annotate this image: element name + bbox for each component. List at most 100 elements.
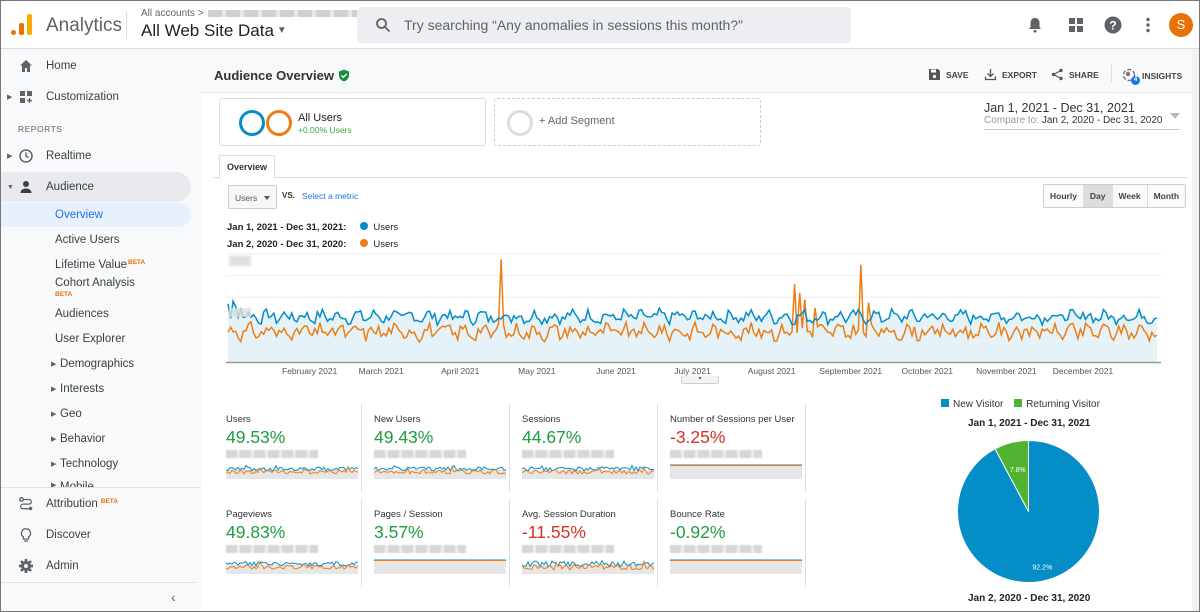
segment-all-users[interactable]: All Users +0.00% Users bbox=[219, 98, 486, 146]
more-vert-icon[interactable] bbox=[1138, 15, 1158, 35]
expand-arrow-icon: ▶ bbox=[51, 411, 57, 418]
app-name: Analytics bbox=[46, 15, 123, 36]
home-icon bbox=[20, 60, 32, 72]
users-line-chart[interactable]: February 2021 March 2021 April 2021 May 202… bbox=[226, 252, 1161, 382]
granularity-day[interactable]: Day bbox=[1082, 185, 1112, 207]
header-divider bbox=[126, 11, 127, 39]
sidebar-item-mobile[interactable]: ▶ Mobile bbox=[1, 474, 191, 488]
save-icon bbox=[929, 69, 940, 80]
scorecard-sparkline bbox=[522, 559, 654, 574]
scorecard[interactable]: Sessions 44.67% bbox=[510, 404, 658, 492]
sidebar-item-label: Active Users bbox=[55, 234, 120, 246]
pie-slice-label: 7.8% bbox=[1010, 467, 1026, 474]
account-breadcrumb[interactable]: All accounts > bbox=[141, 8, 358, 19]
clock-icon bbox=[19, 149, 33, 163]
insights-button[interactable]: 4 INSIGHTS bbox=[1122, 68, 1183, 85]
scorecard-sparkline bbox=[374, 559, 506, 574]
visitor-type-pie-chart[interactable]: 92.2% 7.8% bbox=[956, 439, 1101, 584]
sidebar-item-label: Interests bbox=[60, 383, 105, 395]
compare-range-wrap: Compare to: Jan 2, 2020 - Dec 31, 2020 bbox=[984, 115, 1180, 126]
scorecard-change: -11.55% bbox=[522, 522, 586, 542]
sidebar-item-label: Behavior bbox=[60, 433, 106, 445]
scorecard-sparkline bbox=[522, 464, 654, 479]
x-tick-label: May 2021 bbox=[518, 366, 556, 376]
sidebar-item-attribution[interactable]: Attribution BETA bbox=[1, 489, 191, 519]
account-avatar[interactable]: S bbox=[1169, 13, 1193, 37]
expand-arrow-icon: ▶ bbox=[7, 153, 13, 160]
granularity-month[interactable]: Month bbox=[1146, 185, 1186, 207]
scorecard-title: Bounce Rate bbox=[670, 509, 725, 520]
share-icon bbox=[1051, 68, 1063, 81]
add-segment-button[interactable]: + Add Segment bbox=[494, 98, 761, 146]
sidebar-item-cohort-analysis[interactable]: Cohort Analysis BETA bbox=[1, 271, 191, 301]
add-segment-label: + Add Segment bbox=[539, 115, 615, 127]
property-name: All Web Site Data bbox=[141, 21, 274, 40]
sidebar-item-discover[interactable]: Discover bbox=[1, 520, 191, 550]
property-selector[interactable]: All Web Site Data ▼ bbox=[141, 21, 287, 41]
sidebar-divider bbox=[1, 487, 201, 488]
scorecard-title: Users bbox=[226, 414, 251, 425]
sidebar-item-overview[interactable]: Overview bbox=[1, 203, 191, 227]
scorecard[interactable]: Bounce Rate -0.92% bbox=[658, 499, 806, 587]
tab-overview[interactable]: Overview bbox=[219, 155, 275, 178]
scorecard-change: -0.92% bbox=[670, 522, 726, 542]
metric-select-value: Users bbox=[235, 193, 258, 203]
dashboard-plus-icon bbox=[20, 91, 32, 103]
page-scrollbar[interactable] bbox=[1192, 49, 1199, 611]
scorecard[interactable]: Number of Sessions per User -3.25% bbox=[658, 404, 806, 492]
beta-badge: BETA bbox=[55, 291, 73, 298]
redacted-y-mid-label bbox=[229, 308, 251, 317]
expand-arrow-icon: ▶ bbox=[51, 461, 57, 468]
sidebar-item-customization[interactable]: ▶ Customization bbox=[1, 82, 191, 112]
legend-range: Jan 1, 2021 - Dec 31, 2021: bbox=[227, 222, 347, 233]
metric-select[interactable]: Users bbox=[228, 185, 277, 209]
help-icon[interactable]: ? bbox=[1103, 15, 1123, 35]
scorecard-title: New Users bbox=[374, 414, 421, 425]
pie-title-top: Jan 1, 2021 - Dec 31, 2021 bbox=[968, 418, 1091, 429]
sidebar-item-realtime[interactable]: ▶ Realtime bbox=[1, 141, 191, 171]
save-button[interactable]: SAVE bbox=[928, 68, 969, 81]
legend-dot-blue-icon bbox=[360, 222, 369, 230]
sidebar-item-label-wrap: Lifetime ValueBETA bbox=[55, 259, 145, 271]
breadcrumb-root[interactable]: All accounts bbox=[141, 8, 195, 19]
scorecard[interactable]: Avg. Session Duration -11.55% bbox=[510, 499, 658, 587]
legend-swatch-new-icon bbox=[941, 399, 949, 407]
sidebar-item-label: Attribution bbox=[46, 498, 98, 510]
x-tick-label: March 2021 bbox=[359, 366, 404, 376]
date-range-picker[interactable]: Jan 1, 2021 - Dec 31, 2021 Compare to: J… bbox=[984, 101, 1180, 130]
sidebar-item-label: Overview bbox=[55, 209, 103, 221]
export-button[interactable]: EXPORT bbox=[984, 68, 1037, 81]
segment-change: +0.00% Users bbox=[298, 125, 352, 135]
sidebar-item-audience[interactable]: ▼ Audience bbox=[1, 172, 191, 202]
share-button[interactable]: SHARE bbox=[1051, 68, 1099, 81]
sidebar-item-admin[interactable]: Admin bbox=[1, 551, 191, 581]
scorecard-sparkline bbox=[670, 559, 802, 574]
redacted-scorecard-values bbox=[670, 545, 762, 553]
granularity-week[interactable]: Week bbox=[1111, 185, 1147, 207]
page-title: Audience Overview bbox=[214, 68, 334, 83]
scorecard[interactable]: Users 49.53% bbox=[214, 404, 362, 492]
apps-grid-icon[interactable] bbox=[1066, 15, 1086, 35]
search-bar[interactable]: Try searching “Any anomalies in sessions… bbox=[357, 7, 851, 43]
x-tick-label: July 2021 bbox=[674, 366, 711, 376]
beta-badge: BETA bbox=[100, 498, 118, 505]
sidebar-item-home[interactable]: Home bbox=[1, 51, 191, 81]
bell-icon[interactable] bbox=[1025, 15, 1045, 35]
granularity-hourly[interactable]: Hourly bbox=[1044, 185, 1083, 207]
analytics-logo-icon[interactable] bbox=[11, 13, 33, 35]
x-tick-label: December 2021 bbox=[1053, 366, 1114, 376]
insights-label: INSIGHTS bbox=[1142, 70, 1183, 81]
scorecard-sparkline bbox=[226, 464, 358, 479]
expand-arrow-icon: ▶ bbox=[51, 436, 57, 443]
scorecard[interactable]: Pages / Session 3.57% bbox=[362, 499, 510, 587]
scorecard-change: 49.53% bbox=[226, 427, 286, 447]
collapse-sidebar-button[interactable]: ‹ bbox=[171, 589, 176, 605]
compare-range: Jan 2, 2020 - Dec 31, 2020 bbox=[1041, 115, 1163, 126]
x-tick-label: February 2021 bbox=[282, 366, 338, 376]
svg-text:?: ? bbox=[1109, 19, 1116, 33]
select-metric-link[interactable]: Select a metric bbox=[302, 191, 358, 201]
chart-resize-handle[interactable]: ▾ bbox=[681, 376, 719, 384]
sidebar: Home ▶ Customization REPORTS ▶ Realtime … bbox=[1, 49, 201, 611]
scorecard[interactable]: Pageviews 49.83% bbox=[214, 499, 362, 587]
scorecard[interactable]: New Users 49.43% bbox=[362, 404, 510, 492]
